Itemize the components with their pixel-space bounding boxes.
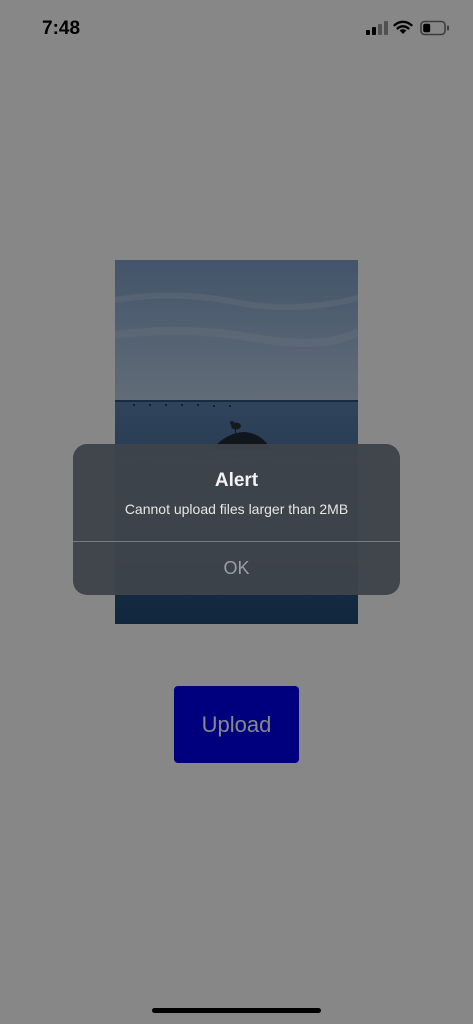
alert-message: Cannot upload files larger than 2MB bbox=[124, 501, 349, 517]
alert-ok-button[interactable]: OK bbox=[73, 542, 400, 595]
alert-title: Alert bbox=[214, 470, 259, 491]
alert-dialog: Alert Cannot upload files larger than 2M… bbox=[73, 444, 400, 595]
app-screen: 7:48 Upload Alert Cannot upload files la… bbox=[0, 0, 473, 1024]
